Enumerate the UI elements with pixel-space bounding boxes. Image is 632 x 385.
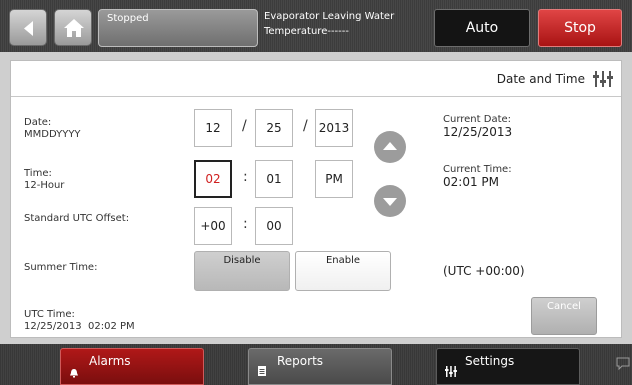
time-label-text: Time:: [24, 168, 52, 179]
stop-button[interactable]: Stop: [538, 9, 622, 47]
utc-time-value: 12/25/2013 02:02 PM: [24, 321, 135, 332]
current-date-value: 12/25/2013: [443, 125, 513, 139]
date-format-text: MMDDYYYY: [24, 129, 81, 140]
bottom-nav-bar: Alarms Reports Settings: [0, 344, 632, 385]
auto-button[interactable]: Auto: [434, 9, 530, 47]
time-label: Time: 12-Hour: [24, 168, 64, 192]
date-label: Date: MMDDYYYY: [24, 117, 81, 141]
evap-label-line1: Evaporator Leaving Water: [264, 11, 395, 22]
utc-offset-display: (UTC +00:00): [443, 264, 525, 278]
decrement-button[interactable]: [374, 185, 406, 217]
date-separator: /: [242, 118, 247, 134]
time-format-text: 12-Hour: [24, 180, 65, 191]
time-separator: :: [243, 169, 248, 185]
page-title: Date and Time: [496, 72, 585, 86]
chat-bubble-icon[interactable]: [616, 357, 630, 371]
status-text: Stopped: [107, 13, 149, 24]
summer-time-label: Summer Time:: [24, 262, 98, 273]
time-minute-field[interactable]: 01: [255, 160, 293, 198]
home-icon: [64, 19, 84, 37]
status-display: Stopped: [98, 9, 258, 47]
home-button[interactable]: [54, 9, 92, 46]
tab-alarms-label: Alarms: [89, 354, 131, 368]
back-arrow-icon: [24, 21, 33, 36]
increment-button[interactable]: [374, 131, 406, 163]
date-label-text: Date:: [24, 117, 52, 128]
cancel-button[interactable]: Cancel: [531, 297, 597, 335]
date-month-field[interactable]: 12: [194, 109, 232, 147]
back-button[interactable]: [9, 9, 47, 46]
current-time: Current Time: 02:01 PM: [443, 163, 512, 190]
evaporator-leaving-water-readout: Evaporator Leaving Water Temperature----…: [264, 9, 424, 39]
current-date: Current Date: 12/25/2013: [443, 113, 512, 140]
summer-time-disable-button[interactable]: Disable: [194, 251, 290, 291]
time-hour-field[interactable]: 02: [194, 160, 232, 198]
panel-header: Date and Time: [11, 61, 621, 97]
utc-offset-minutes-field[interactable]: 00: [255, 207, 293, 245]
date-separator: /: [303, 118, 308, 134]
current-time-value: 02:01 PM: [443, 175, 499, 189]
top-bar: Stopped Evaporator Leaving Water Tempera…: [0, 0, 632, 52]
utc-offset-label: Standard UTC Offset:: [24, 213, 130, 224]
tab-alarms[interactable]: Alarms: [60, 348, 204, 385]
utc-time: UTC Time: 12/25/2013 02:02 PM: [24, 309, 135, 333]
utc-time-label: UTC Time:: [24, 309, 75, 320]
evap-label-line2: Temperature------: [264, 26, 349, 37]
tab-reports-label: Reports: [277, 354, 324, 368]
bell-icon: [70, 369, 78, 378]
summer-time-enable-button[interactable]: Enable: [295, 251, 391, 291]
utc-offset-hours-field[interactable]: +00: [194, 207, 232, 245]
utc-offset-separator: :: [243, 216, 248, 232]
up-arrow-icon: [383, 142, 397, 150]
tune-sliders-icon: [593, 71, 613, 87]
tab-settings-label: Settings: [465, 354, 515, 368]
date-time-panel: Date and Time Date: MMDDYYYY 12 / 25 / 2…: [10, 60, 622, 338]
tab-reports[interactable]: Reports: [248, 348, 392, 385]
document-icon: [258, 366, 266, 376]
down-arrow-icon: [383, 198, 397, 206]
tab-settings[interactable]: Settings: [436, 348, 580, 385]
date-year-field[interactable]: 2013: [315, 109, 353, 147]
tune-sliders-icon: [445, 366, 457, 377]
date-day-field[interactable]: 25: [255, 109, 293, 147]
time-ampm-field[interactable]: PM: [315, 160, 353, 198]
